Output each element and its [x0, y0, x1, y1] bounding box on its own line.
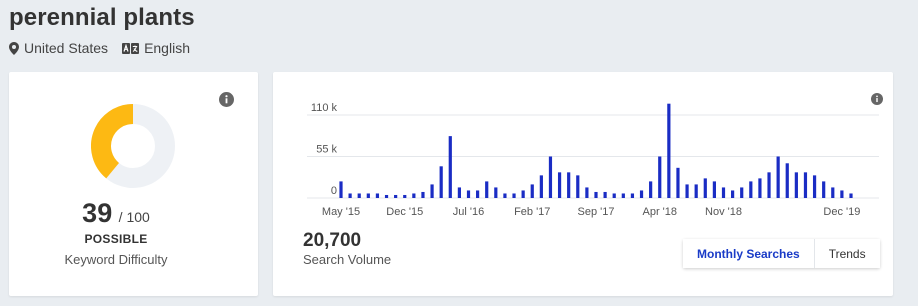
- difficulty-gauge-fill: [91, 104, 134, 179]
- keyword-meta: United States English: [9, 40, 204, 56]
- chart-bar[interactable]: [740, 187, 744, 198]
- x-tick-label: Dec '15: [386, 206, 423, 218]
- chart-bar[interactable]: [758, 178, 762, 198]
- chart-bar[interactable]: [621, 193, 625, 198]
- chart-bar[interactable]: [557, 172, 562, 198]
- difficulty-score-max: / 100: [118, 209, 150, 225]
- chart-bar[interactable]: [503, 193, 507, 198]
- chart-bar[interactable]: [421, 191, 425, 198]
- difficulty-level: POSSIBLE: [84, 232, 148, 246]
- chart-bar[interactable]: [658, 156, 662, 199]
- chart-bar[interactable]: [630, 193, 635, 198]
- chart-bar[interactable]: [585, 187, 589, 198]
- chart-bar[interactable]: [430, 184, 434, 198]
- x-tick-label: Apr '18: [642, 206, 677, 218]
- chart-bar[interactable]: [803, 172, 808, 198]
- chart-bar[interactable]: [731, 190, 735, 198]
- search-volume-card: 110 k 55 k 0 May '15 Dec '15 Jul '16 Feb '17 Se…: [273, 72, 893, 296]
- chart-bar[interactable]: [676, 167, 680, 198]
- page-title: perennial plants: [9, 4, 195, 31]
- chart-bar[interactable]: [539, 175, 543, 198]
- x-tick-label: Jul '16: [453, 206, 484, 218]
- chart-bar[interactable]: [384, 194, 389, 198]
- chart-bar[interactable]: [749, 181, 753, 198]
- chart-bar[interactable]: [476, 190, 480, 198]
- chart-bar[interactable]: [439, 166, 443, 198]
- chart-bar[interactable]: [639, 190, 644, 198]
- chart-bar[interactable]: [394, 194, 398, 198]
- chart-bar[interactable]: [494, 187, 498, 198]
- chart-bar[interactable]: [466, 190, 471, 198]
- chart-bar[interactable]: [712, 181, 716, 198]
- info-icon[interactable]: [219, 92, 234, 107]
- monthly-searches-chart: 110 k 55 k 0 May '15 Dec '15 Jul '16 Feb '17 Se…: [307, 102, 879, 218]
- chart-bar[interactable]: [576, 175, 580, 198]
- chart-bar[interactable]: [403, 194, 407, 198]
- chart-bar[interactable]: [530, 184, 534, 198]
- monthly-searches-tab[interactable]: Monthly Searches: [683, 239, 815, 268]
- x-tick-label: Nov '18: [705, 206, 742, 218]
- y-tick-label: 110 k: [311, 102, 338, 114]
- chart-bar[interactable]: [785, 163, 789, 198]
- language-label: English: [144, 40, 190, 56]
- chart-bar[interactable]: [548, 156, 553, 199]
- chart-bar[interactable]: [412, 193, 416, 198]
- y-tick-label: 55 k: [316, 144, 337, 156]
- chart-bar[interactable]: [649, 181, 653, 198]
- chart-bar[interactable]: [567, 172, 571, 198]
- x-tick-label: Sep '17: [578, 206, 615, 218]
- chart-bar[interactable]: [457, 187, 461, 198]
- translate-icon: [122, 42, 140, 54]
- trends-tab[interactable]: Trends: [814, 239, 880, 268]
- difficulty-score: 39 / 100: [9, 198, 223, 229]
- x-tick-label: Dec '19: [823, 206, 860, 218]
- chart-bar[interactable]: [375, 193, 380, 198]
- chart-bar[interactable]: [667, 103, 671, 198]
- difficulty-caption: Keyword Difficulty: [64, 252, 168, 267]
- chart-bar[interactable]: [767, 172, 771, 198]
- chart-bar[interactable]: [521, 190, 525, 198]
- chart-bar[interactable]: [849, 193, 853, 198]
- search-volume-caption: Search Volume: [303, 252, 392, 267]
- language-selector[interactable]: English: [122, 40, 190, 56]
- chart-bar[interactable]: [840, 190, 844, 198]
- difficulty-gauge: [91, 104, 175, 188]
- chart-bar[interactable]: [603, 191, 607, 198]
- chart-bar[interactable]: [776, 156, 780, 199]
- chart-bar[interactable]: [357, 193, 361, 198]
- x-tick-label: Feb '17: [514, 206, 550, 218]
- search-volume-value: 20,700: [303, 230, 362, 251]
- chart-bar[interactable]: [694, 184, 698, 198]
- chart-bar[interactable]: [812, 175, 817, 198]
- x-tick-label: May '15: [322, 206, 360, 218]
- chart-bar[interactable]: [822, 181, 826, 198]
- chart-bar[interactable]: [485, 181, 489, 198]
- chart-bar[interactable]: [685, 184, 689, 198]
- chart-bar[interactable]: [612, 193, 616, 198]
- chart-bar[interactable]: [721, 187, 726, 198]
- chart-view-toggle: Monthly Searches Trends: [683, 239, 880, 268]
- chart-bar[interactable]: [512, 193, 516, 198]
- difficulty-score-value: 39: [82, 198, 113, 228]
- location-selector[interactable]: United States: [9, 40, 108, 56]
- chart-bar[interactable]: [339, 181, 343, 198]
- chart-bar[interactable]: [366, 193, 370, 198]
- chart-bar[interactable]: [448, 136, 452, 198]
- chart-bar[interactable]: [794, 172, 798, 198]
- location-label: United States: [24, 40, 109, 56]
- location-pin-icon: [9, 41, 19, 55]
- chart-bar[interactable]: [594, 191, 598, 198]
- chart-bar[interactable]: [831, 187, 835, 198]
- chart-bar[interactable]: [348, 193, 352, 198]
- y-tick-label: 0: [331, 185, 337, 197]
- keyword-difficulty-card: 39 / 100 POSSIBLE Keyword Difficulty: [9, 72, 258, 296]
- chart-bar[interactable]: [703, 178, 707, 198]
